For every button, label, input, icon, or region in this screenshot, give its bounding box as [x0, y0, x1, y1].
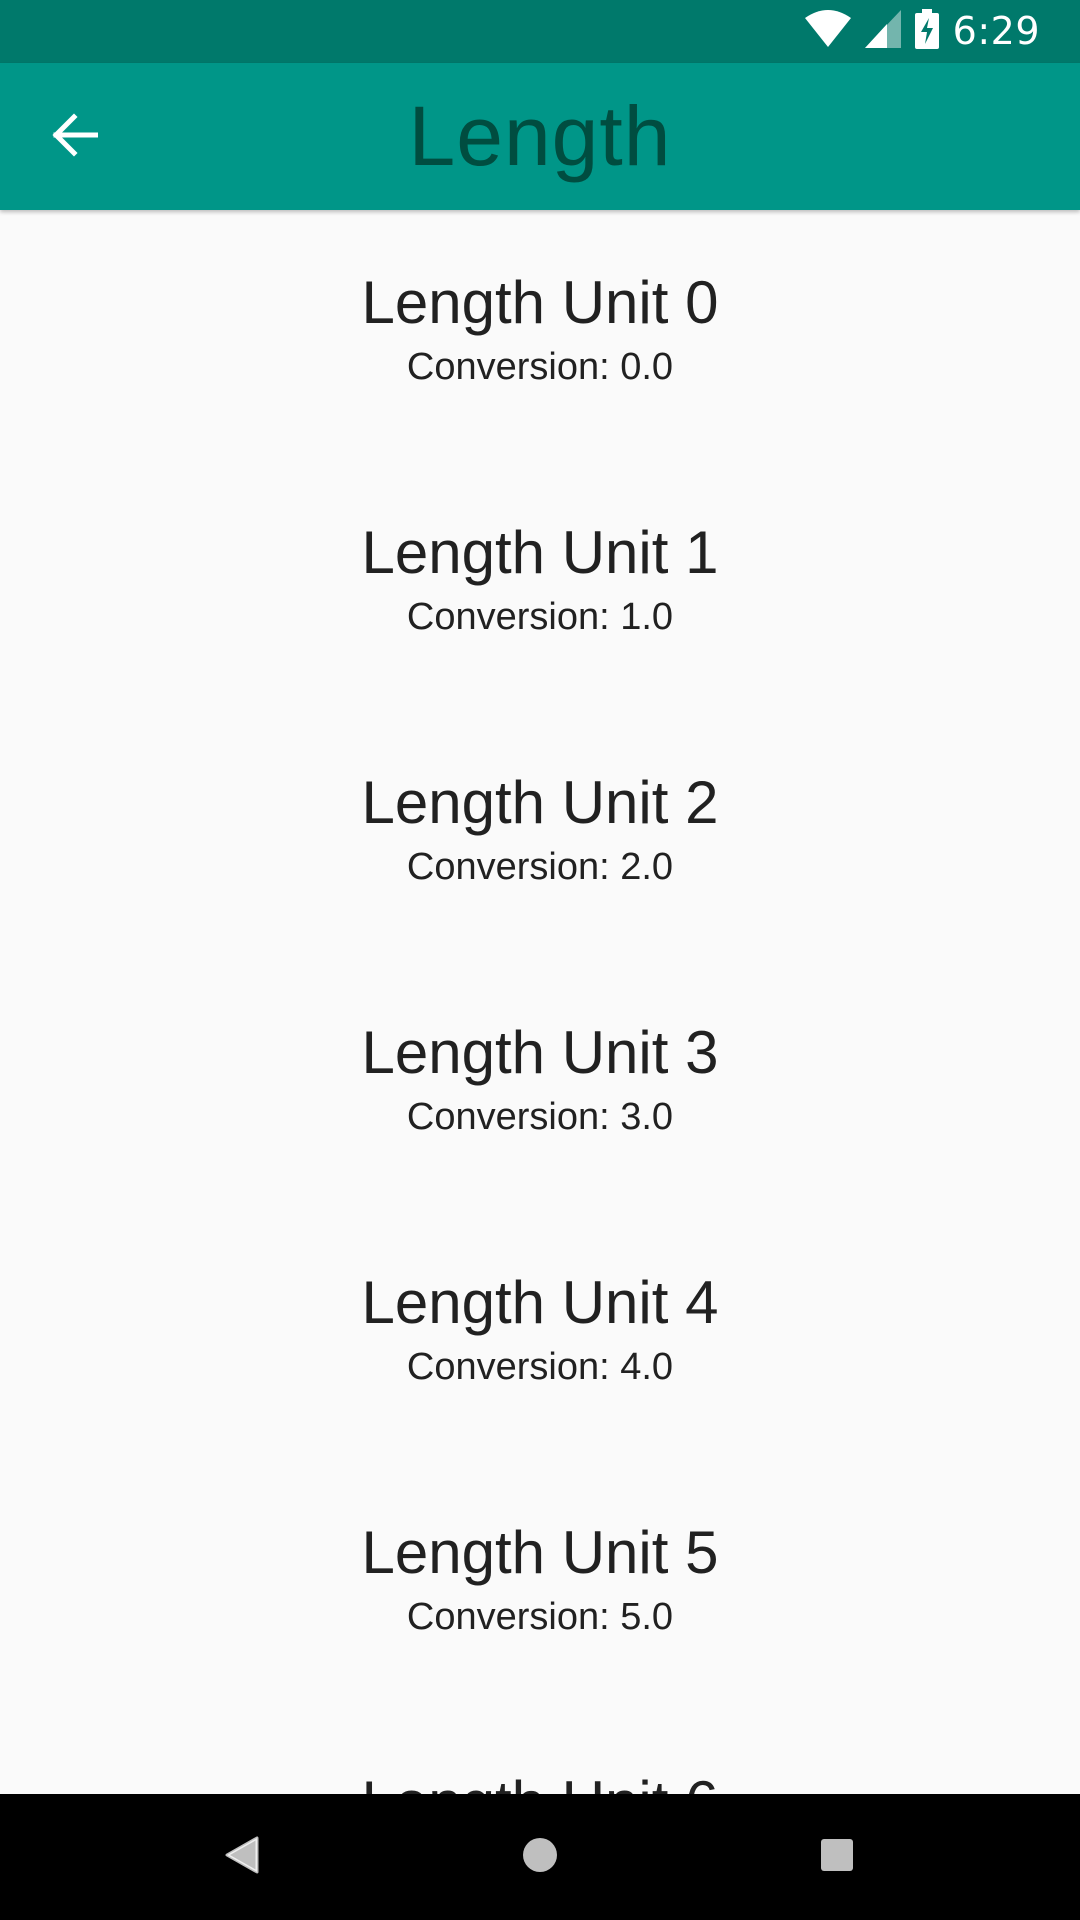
- unit-name: Length Unit 0: [361, 269, 719, 336]
- unit-conversion: Conversion: 4.0: [406, 1346, 674, 1388]
- nav-back-button[interactable]: [212, 1827, 272, 1887]
- unit-name: Length Unit 2: [361, 769, 719, 836]
- app-bar: Length: [0, 63, 1080, 210]
- list-item[interactable]: Length Unit 2 Conversion: 2.0: [0, 710, 1080, 960]
- list-item[interactable]: Length Unit 0 Conversion: 0.0: [0, 210, 1080, 460]
- unit-name: Length Unit 6: [0, 1768, 1080, 1794]
- unit-conversion: Conversion: 1.0: [406, 596, 674, 638]
- status-time: 6:29: [952, 9, 1040, 53]
- unit-conversion: Conversion: 2.0: [406, 846, 674, 888]
- wifi-icon: [804, 10, 851, 52]
- unit-name: Length Unit 1: [361, 519, 719, 586]
- nav-recents-icon: [820, 1838, 854, 1876]
- nav-back-icon: [225, 1836, 259, 1878]
- unit-name: Length Unit 4: [361, 1269, 719, 1336]
- battery-charging-icon: [914, 9, 939, 53]
- nav-home-icon: [522, 1837, 558, 1877]
- status-bar: 6:29: [0, 0, 1080, 63]
- unit-conversion: Conversion: 3.0: [406, 1096, 674, 1138]
- back-arrow-icon: [50, 113, 99, 161]
- list-item[interactable]: Length Unit 1 Conversion: 1.0: [0, 460, 1080, 710]
- page-title: Length: [408, 89, 672, 183]
- nav-recents-button[interactable]: [807, 1827, 867, 1887]
- unit-name: Length Unit 5: [361, 1519, 719, 1586]
- list-item[interactable]: Length Unit 5 Conversion: 5.0: [0, 1460, 1080, 1710]
- unit-conversion: Conversion: 0.0: [406, 346, 674, 388]
- status-icons: 6:29: [804, 9, 1040, 53]
- back-button[interactable]: [24, 97, 124, 177]
- list-item[interactable]: Length Unit 4 Conversion: 4.0: [0, 1210, 1080, 1460]
- nav-home-button[interactable]: [510, 1827, 570, 1887]
- unit-name: Length Unit 3: [361, 1019, 719, 1086]
- unit-conversion: Conversion: 5.0: [406, 1596, 674, 1638]
- navigation-bar: [0, 1794, 1080, 1920]
- cell-signal-icon: [864, 10, 901, 52]
- list-item[interactable]: Length Unit 6: [0, 1710, 1080, 1794]
- list-item[interactable]: Length Unit 3 Conversion: 3.0: [0, 960, 1080, 1210]
- unit-list[interactable]: Length Unit 0 Conversion: 0.0 Length Uni…: [0, 210, 1080, 1794]
